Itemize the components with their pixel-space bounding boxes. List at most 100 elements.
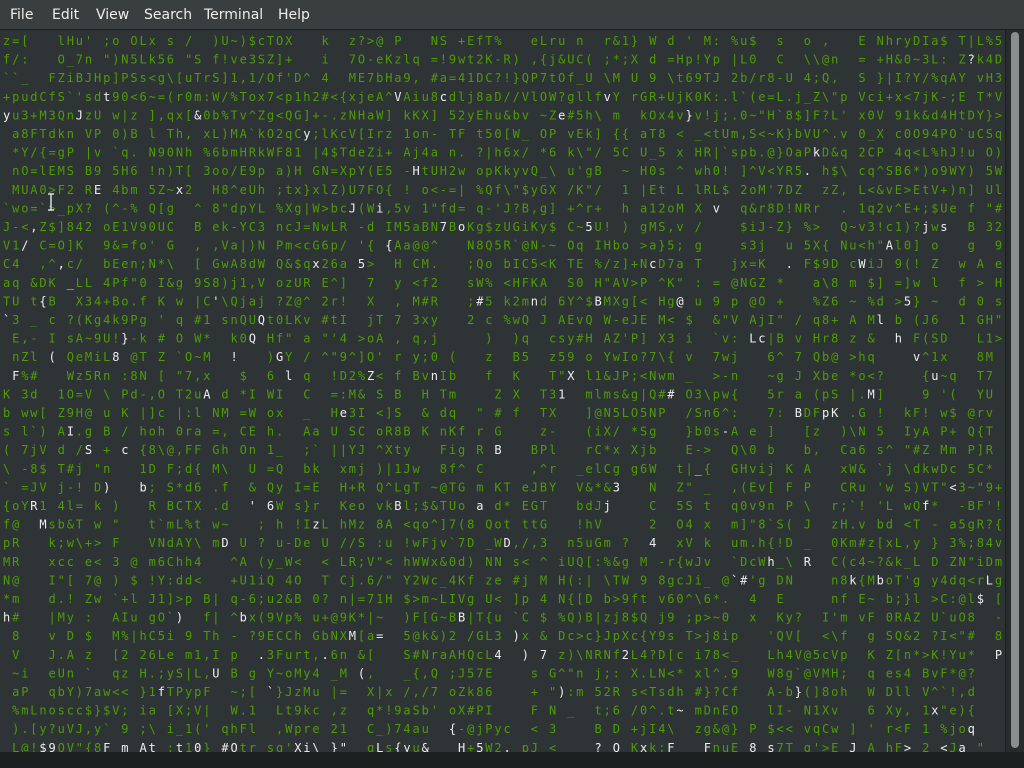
rain-glyph: m (995, 555, 1002, 569)
rain-glyph: ? (822, 108, 829, 122)
rain-glyph: ~ (767, 127, 774, 141)
rain-glyph: 4 (103, 313, 110, 327)
rain-glyph: | (595, 611, 602, 625)
rain-glyph: 4 (686, 518, 693, 532)
rain-glyph: ) (440, 629, 447, 643)
rain-glyph: 9 (640, 573, 647, 587)
rain-glyph: , (203, 648, 210, 662)
rain-glyph: U (221, 34, 228, 48)
rain-glyph: w (513, 313, 521, 327)
rain-glyph: 6 (322, 239, 329, 253)
rain-glyph: E (322, 276, 329, 290)
rain-glyph: A (613, 276, 621, 290)
rain-glyph: ] (740, 164, 747, 178)
rain-glyph: ! (340, 294, 347, 308)
rain-glyph: Y (349, 443, 357, 457)
rain-glyph: J (85, 71, 92, 85)
rain-glyph: l (913, 592, 920, 606)
rain-glyph: n (831, 573, 838, 587)
rain-glyph: 3 (267, 648, 274, 662)
rain-glyph: - (786, 704, 793, 718)
rain-glyph: V (731, 313, 738, 327)
rain-glyph: o (112, 34, 119, 48)
scrollbar-thumb[interactable] (1011, 32, 1019, 748)
rain-glyph: A (394, 239, 402, 253)
rain-glyph: < (276, 90, 283, 104)
rain-glyph: n (130, 257, 137, 271)
rain-glyph: b (895, 313, 902, 327)
rain-glyph: n (731, 369, 738, 383)
rain-glyph: F (185, 443, 192, 457)
rain-glyph: v (522, 164, 529, 178)
rain-glyph: i (522, 220, 529, 234)
rain-glyph: i (695, 573, 702, 587)
rain-glyph: O (913, 127, 920, 141)
rain-glyph: T (3, 294, 10, 308)
rain-glyph: = (303, 220, 310, 234)
rain-glyph: R (303, 276, 311, 290)
rain-glyph: C (167, 220, 174, 234)
terminal-scrollbar[interactable] (1005, 30, 1024, 752)
rain-glyph: [ (795, 629, 802, 643)
rain-glyph: ^ (713, 666, 720, 680)
menu-search[interactable]: Search (144, 0, 192, 30)
rain-glyph: H (949, 108, 956, 122)
rain-head-glyph: { (394, 741, 401, 752)
rain-glyph: @ (413, 629, 420, 643)
rain-glyph: / (30, 146, 37, 160)
rain-glyph: " (176, 369, 183, 383)
menu-file[interactable]: File (10, 0, 33, 30)
rain-head-glyph: t (149, 741, 156, 752)
rain-glyph: C (831, 555, 838, 569)
rain-glyph: * (3, 592, 10, 606)
rain-glyph: 5 (403, 220, 410, 234)
menu-help[interactable]: Help (278, 0, 310, 30)
menu-terminal[interactable]: Terminal (204, 0, 263, 30)
rain-head-glyph: ) (558, 685, 565, 699)
rain-glyph: ! (604, 220, 611, 234)
rain-glyph: 7 (394, 313, 401, 327)
rain-glyph: p (331, 239, 338, 253)
rain-glyph: t (467, 53, 474, 67)
rain-glyph: ' (840, 108, 847, 122)
rain-glyph: % (931, 71, 939, 85)
rain-glyph: Y (977, 108, 985, 122)
rain-head-glyph: J (76, 108, 83, 122)
rain-glyph: h (276, 518, 283, 532)
rain-glyph: % (185, 518, 193, 532)
rain-glyph: a (413, 220, 420, 234)
terminal-area[interactable]: z f ` + y ` J V Ca T ` Kb s(\ `{f p M N * h = / ` p u a * n Mw -1 4 q U… (0, 30, 1005, 752)
rain-glyph: q (868, 350, 875, 364)
rain-glyph: 7 (767, 406, 774, 420)
rain-glyph: < (276, 108, 283, 122)
rain-glyph: + (30, 108, 37, 122)
rain-glyph: d (649, 53, 656, 67)
rain-glyph: | (467, 611, 474, 625)
rain-glyph: + (631, 722, 638, 736)
rain-glyph: | (713, 146, 720, 160)
rain-glyph: 6 (267, 369, 274, 383)
rain-glyph: < (640, 294, 647, 308)
rain-glyph: Y (21, 499, 29, 513)
rain-glyph: q (940, 71, 947, 85)
rain-glyph: p (713, 53, 720, 67)
rain-glyph: V (85, 387, 92, 401)
rain-glyph: z (358, 518, 365, 532)
rain-glyph: h (886, 741, 893, 752)
rain-glyph: . (849, 406, 856, 420)
menu-edit[interactable]: Edit (52, 0, 79, 30)
rain-glyph: 7 (367, 71, 374, 85)
rain-glyph: j (76, 462, 83, 476)
rain-glyph: r (758, 71, 765, 85)
rain-glyph: ' (376, 350, 383, 364)
menu-view[interactable]: View (96, 0, 129, 30)
rain-glyph: _ (649, 146, 657, 160)
rain-glyph: _ (731, 648, 739, 662)
rain-glyph: m (585, 387, 592, 401)
rain-glyph: u (21, 90, 28, 104)
rain-glyph: _ (276, 443, 284, 457)
rain-glyph: N (649, 369, 656, 383)
rain-glyph: j (676, 90, 683, 104)
rain-glyph: l (322, 127, 329, 141)
rain-glyph: : (613, 666, 620, 680)
